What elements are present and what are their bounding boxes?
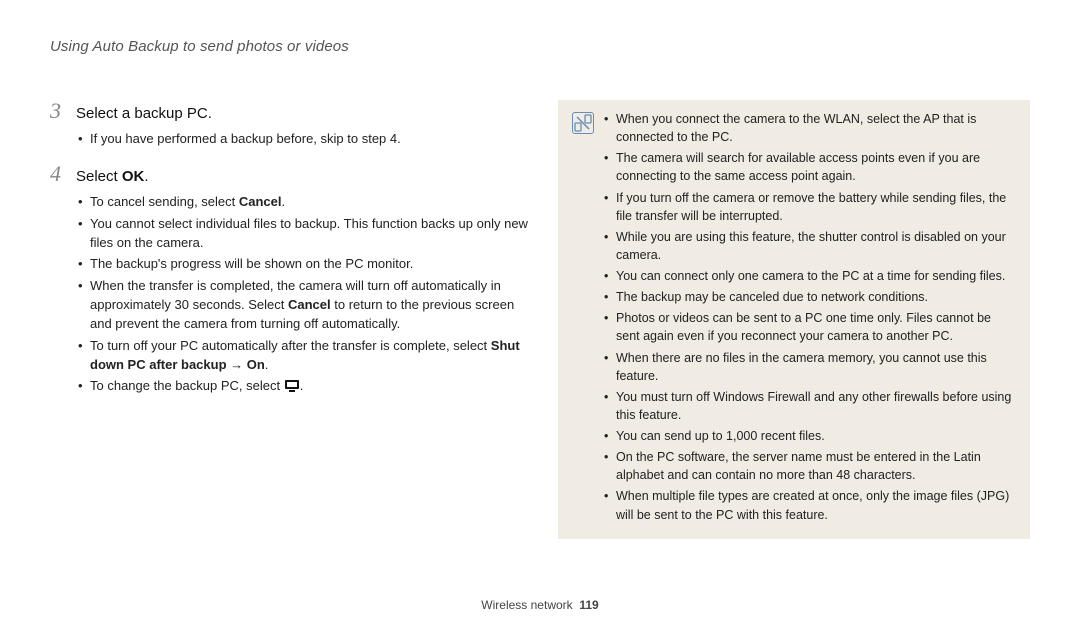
note-box: When you connect the camera to the WLAN,… <box>558 100 1030 539</box>
bullet-item: To turn off your PC automatically after … <box>78 337 528 375</box>
note-item: While you are using this feature, the sh… <box>604 228 1016 264</box>
step-3-bullets: If you have performed a backup before, s… <box>50 130 528 149</box>
footer-page-number: 119 <box>579 598 598 612</box>
bullet-item: You cannot select individual files to ba… <box>78 215 528 253</box>
note-item: When there are no files in the camera me… <box>604 349 1016 385</box>
content-columns: 3 Select a backup PC. If you have perfor… <box>50 100 1030 539</box>
note-item: You can connect only one camera to the P… <box>604 267 1016 285</box>
note-list: When you connect the camera to the WLAN,… <box>604 110 1016 527</box>
manual-page: Using Auto Backup to send photos or vide… <box>0 0 1080 630</box>
note-item: When multiple file types are created at … <box>604 487 1016 523</box>
right-column: When you connect the camera to the WLAN,… <box>558 100 1030 539</box>
bullet-item: To cancel sending, select Cancel. <box>78 193 528 212</box>
footer-section: Wireless network <box>481 598 572 612</box>
page-footer: Wireless network 119 <box>0 598 1080 612</box>
note-item: The backup may be canceled due to networ… <box>604 288 1016 306</box>
page-title: Using Auto Backup to send photos or vide… <box>50 38 1030 55</box>
note-item: On the PC software, the server name must… <box>604 448 1016 484</box>
bullet-item: The backup's progress will be shown on t… <box>78 255 528 274</box>
note-item: If you turn off the camera or remove the… <box>604 189 1016 225</box>
note-item: The camera will search for available acc… <box>604 149 1016 185</box>
step-number: 3 <box>50 100 66 122</box>
step-title: Select OK. <box>76 166 149 187</box>
note-item: You can send up to 1,000 recent files. <box>604 427 1016 445</box>
step-title: Select a backup PC. <box>76 103 212 124</box>
step-4-bullets: To cancel sending, select Cancel. You ca… <box>50 193 528 396</box>
step-4: 4 Select OK. To cancel sending, select C… <box>50 163 528 396</box>
left-column: 3 Select a backup PC. If you have perfor… <box>50 100 528 410</box>
bullet-item: To change the backup PC, select . <box>78 377 528 396</box>
note-item: Photos or videos can be sent to a PC one… <box>604 309 1016 345</box>
monitor-icon <box>284 379 300 393</box>
note-item: When you connect the camera to the WLAN,… <box>604 110 1016 146</box>
note-icon <box>572 112 594 134</box>
note-item: You must turn off Windows Firewall and a… <box>604 388 1016 424</box>
bullet-item: If you have performed a backup before, s… <box>78 130 528 149</box>
step-3: 3 Select a backup PC. If you have perfor… <box>50 100 528 149</box>
step-number: 4 <box>50 163 66 185</box>
bullet-item: When the transfer is completed, the came… <box>78 277 528 334</box>
